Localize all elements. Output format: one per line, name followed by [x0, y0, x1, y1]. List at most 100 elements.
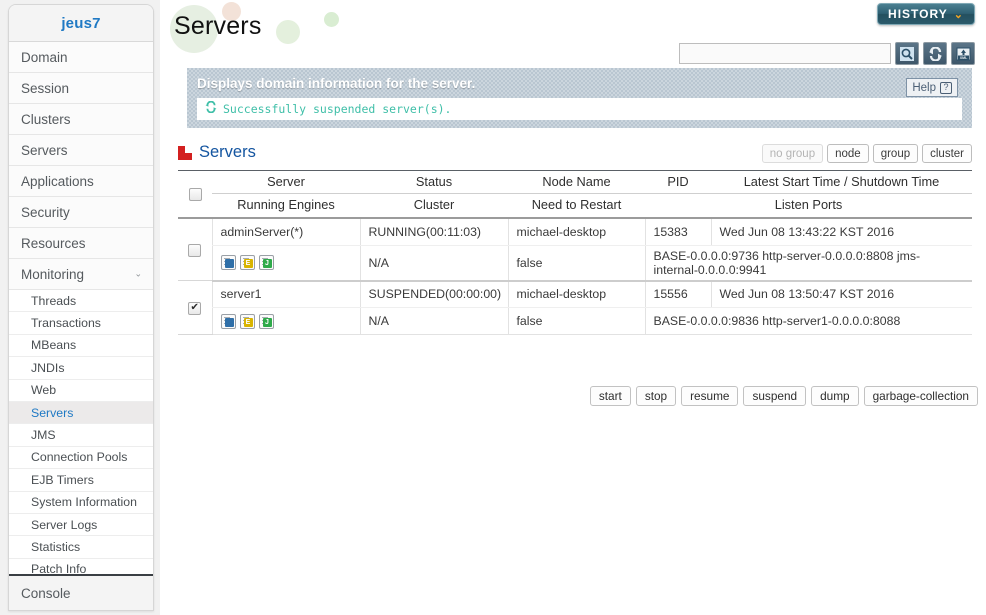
sidebar-item-label: Resources	[21, 235, 86, 251]
chevron-down-icon: ⌄	[134, 268, 142, 279]
sidebar-item-servers[interactable]: Servers	[9, 401, 153, 425]
svg-text:XML: XML	[959, 55, 967, 59]
sidebar-item-system-information[interactable]: System Information	[9, 491, 153, 514]
decor-circle-medium	[276, 20, 300, 44]
row-select-cell: ✔	[178, 280, 212, 335]
resume-button[interactable]: resume	[681, 386, 739, 406]
sidebar-item-mbeans[interactable]: MBeans	[9, 334, 153, 358]
group-button-node[interactable]: node	[827, 144, 869, 163]
cell-node-name: michael-desktop	[507, 280, 645, 308]
section-header: Servers no group node group cluster	[178, 143, 972, 169]
start-button[interactable]: start	[589, 386, 631, 406]
banner-message: Successfully suspended server(s).	[197, 98, 962, 120]
table-header-row-1: Server Status Node Name PID Latest Start…	[178, 171, 972, 201]
web-engine-icon[interactable]	[220, 313, 236, 329]
history-button[interactable]: HISTORY ⌄	[877, 3, 975, 25]
sidebar-item-resources[interactable]: Resources	[9, 228, 153, 259]
sidebar-item-web[interactable]: Web	[9, 379, 153, 402]
search-input[interactable]	[679, 43, 891, 64]
main-content: Servers HISTORY ⌄ XML Displays domain in…	[160, 0, 986, 615]
jms-engine-icon[interactable]: J	[258, 313, 274, 329]
cell-running-engines: EJ	[211, 307, 360, 335]
web-engine-icon[interactable]	[220, 255, 236, 270]
table-row-secondary: E J N/A false BASE-0.0.0.0:9836 http-server1…	[178, 307, 972, 335]
banner-title: Displays domain information for the serv…	[197, 76, 476, 91]
sidebar-item-label: Server Logs	[31, 517, 98, 532]
sidebar-item-threads[interactable]: Threads	[9, 290, 153, 313]
sidebar-item-domain[interactable]: Domain	[9, 42, 153, 73]
decor-circle-small	[324, 12, 339, 27]
help-button[interactable]: Help ?	[906, 78, 958, 97]
sidebar-item-session[interactable]: Session	[9, 73, 153, 104]
sidebar-item-applications[interactable]: Applications	[9, 166, 153, 197]
group-button-cluster[interactable]: cluster	[922, 144, 972, 163]
sidebar-primary-nav: Domain Session Clusters Servers Applications…	[9, 42, 153, 290]
sidebar-item-statistics[interactable]: Statistics	[9, 536, 153, 559]
search-icon[interactable]	[895, 42, 919, 65]
sidebar-footer-label: Console	[21, 585, 71, 601]
sidebar-item-label: EJB Timers	[31, 472, 94, 487]
section-marker-icon	[178, 145, 192, 160]
sidebar-item-jms[interactable]: JMS	[9, 424, 153, 447]
cell-latest-start-time: Wed Jun 08 13:50:47 KST 2016	[710, 280, 972, 308]
garbage-collection-button[interactable]: garbage-collection	[863, 386, 978, 406]
sidebar-item-monitoring[interactable]: Monitoring ⌄	[9, 259, 153, 290]
page-header: Servers HISTORY ⌄ XML	[160, 0, 986, 66]
sidebar-item-clusters[interactable]: Clusters	[9, 104, 153, 135]
sidebar-item-label: JNDIs	[31, 360, 65, 375]
row-checkbox[interactable]	[188, 243, 202, 257]
sidebar-item-jndis[interactable]: JNDIs	[9, 357, 153, 380]
sidebar-item-label: JMS	[31, 428, 56, 443]
history-button-label: HISTORY	[888, 7, 948, 21]
sidebar-item-label: Threads	[31, 293, 77, 308]
select-all-cell	[178, 171, 212, 215]
sidebar-item-label: Applications	[21, 173, 94, 189]
sidebar-item-servers[interactable]: Servers	[9, 135, 153, 166]
cell-listen-ports: BASE-0.0.0.0:9836 http-server1-0.0.0.0:8…	[644, 307, 972, 335]
chevron-down-icon: ⌄	[953, 8, 964, 21]
sidebar-item-security[interactable]: Security	[9, 197, 153, 228]
cell-listen-ports: BASE-0.0.0.0:9736 http-server-0.0.0.0:88…	[644, 245, 972, 282]
cell-need-to-restart: false	[507, 245, 645, 282]
col-header-need-to-restart: Need to Restart	[531, 196, 622, 212]
jms-engine-icon[interactable]: J	[258, 255, 274, 270]
cell-node-name: michael-desktop	[507, 218, 645, 246]
row-select-cell	[178, 218, 212, 281]
col-header-cluster: Cluster	[413, 196, 455, 212]
sidebar-item-server-logs[interactable]: Server Logs	[9, 513, 153, 537]
sidebar-secondary-nav: Threads Transactions MBeans JNDIs Web Servers…	[9, 290, 153, 582]
sidebar-item-console[interactable]: Console	[9, 574, 153, 610]
col-header-running-engines: Running Engines	[237, 196, 335, 212]
stop-button[interactable]: stop	[635, 386, 677, 406]
sidebar-item-label: MBeans	[31, 338, 77, 353]
grouping-button-group: no group node group cluster	[761, 144, 972, 163]
export-xml-icon[interactable]: XML	[951, 42, 975, 65]
refresh-icon[interactable]	[923, 42, 947, 65]
cell-pid: 15556	[644, 280, 711, 308]
sidebar-item-connection-pools[interactable]: Connection Pools	[9, 446, 153, 470]
cell-server-name: adminServer(*)	[211, 218, 360, 246]
ejb-engine-icon[interactable]: E	[239, 255, 255, 270]
servers-table-body: adminServer(*) RUNNING(00:11:03) michael-d…	[178, 218, 972, 335]
dump-button[interactable]: dump	[811, 386, 859, 406]
col-header-node-name: Node Name	[508, 171, 645, 194]
sidebar: jeus7 Domain Session Clusters Servers Applic…	[8, 4, 154, 611]
col-header-status: Status	[360, 171, 508, 194]
select-all-checkbox[interactable]	[188, 187, 202, 201]
sidebar-item-label: Transactions	[31, 316, 101, 331]
group-button-group[interactable]: group	[872, 144, 919, 163]
sidebar-item-label: Web	[31, 383, 57, 398]
ejb-engine-icon[interactable]: E	[239, 313, 255, 329]
servers-table: Server Status Node Name PID Latest Start…	[178, 171, 972, 335]
info-banner: Displays domain information for the serv…	[187, 68, 972, 128]
servers-table-wrap: Server Status Node Name PID Latest Start…	[178, 171, 972, 335]
sidebar-item-label: Security	[21, 204, 70, 220]
row-checkbox[interactable]: ✔	[188, 301, 202, 315]
table-row: ✔ server1 SUSPENDED(00:00:00) michael-deskt…	[178, 280, 972, 335]
col-header-latest-time: Latest Start Time / Shutdown Time	[711, 171, 972, 194]
cell-cluster: N/A	[359, 245, 508, 282]
sidebar-item-transactions[interactable]: Transactions	[9, 312, 153, 335]
servers-table-head: Server Status Node Name PID Latest Start…	[178, 171, 972, 219]
sidebar-item-ejb-timers[interactable]: EJB Timers	[9, 469, 153, 492]
suspend-button[interactable]: suspend	[743, 386, 807, 406]
